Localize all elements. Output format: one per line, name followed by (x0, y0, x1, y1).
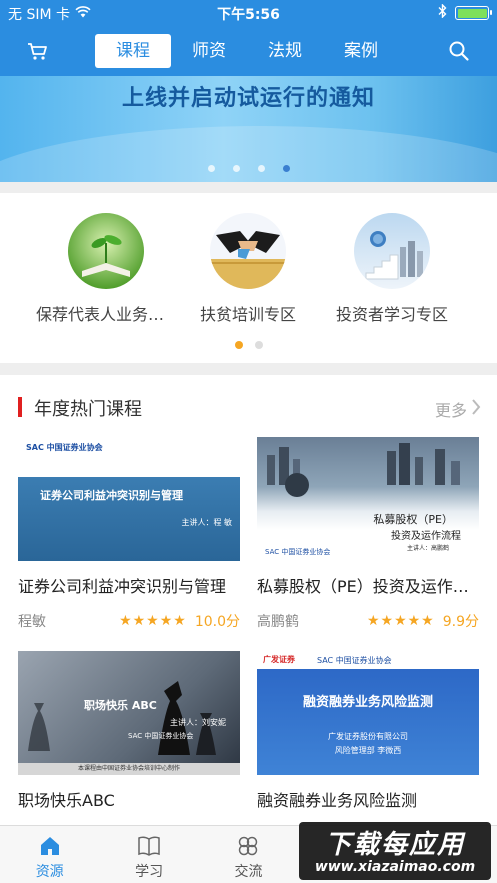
category-item-poverty[interactable]: 扶贫培训专区 (178, 213, 318, 325)
course-teacher: 高鹏鹤 (257, 614, 299, 630)
nav-bar: 课程 师资 法规 案例 (0, 26, 497, 76)
course-meta: 程敏 ★★★★★ 10.0分 (18, 611, 240, 631)
course-score: 9.9分 (442, 614, 479, 630)
cart-icon[interactable] (26, 39, 50, 63)
watermark: 下载每应用 www.xiazaimao.com (299, 822, 491, 880)
watermark-title: 下载每应用 (324, 830, 465, 860)
sac-logo: SAC 中国证券业协会 (128, 732, 194, 740)
tab-resources[interactable]: 资源 (0, 826, 99, 883)
tab-regulations[interactable]: 法规 (247, 34, 323, 68)
thumbnail-subtitle: 投资及运作流程 (391, 531, 461, 542)
course-title: 证券公司利益冲突识别与管理 (18, 577, 227, 596)
thumbnail-title: 融资融券业务风险监测 (302, 695, 433, 710)
course-card[interactable]: 广发证券 SAC 中国证券业协会 融资融券业务风险监测 广发证券股份有限公司 风… (257, 651, 479, 811)
status-time: 下午5:56 (217, 7, 280, 23)
category-dot[interactable] (254, 341, 263, 349)
handshake-icon (210, 213, 286, 289)
course-title: 私募股权（PE）投资及运作流程 (257, 577, 479, 596)
watermark-url: www.xiazaimao.com (314, 859, 476, 875)
thumbnail-title: 证券公司利益冲突识别与管理 (40, 489, 183, 502)
category-label: 保荐代表人业务培训专区 (36, 305, 176, 324)
thumbnail-line: 风险管理部 李微西 (334, 746, 402, 755)
thumbnail-title: 职场快乐 ABC (84, 699, 157, 712)
course-title: 职场快乐ABC (18, 791, 115, 810)
bluetooth-icon (438, 3, 447, 22)
status-right (438, 3, 492, 22)
section-accent-bar (18, 397, 22, 417)
top-header: 无 SIM 卡 下午5:56 课程 师资 法规 案例 (0, 0, 497, 76)
course-score: 10.0分 (194, 614, 240, 630)
category-item-investor[interactable]: 投资者学习专区 (322, 213, 462, 325)
chevron-right-icon (471, 398, 481, 420)
banner-dot[interactable] (232, 165, 240, 172)
banner-dot[interactable] (207, 165, 215, 172)
home-icon (0, 834, 99, 858)
course-thumbnail: SAC 中国证券业协会 证券公司利益冲突识别与管理 主讲人：程 敏 (18, 437, 240, 561)
tab-label: 学习 (135, 864, 164, 880)
sac-logo: SAC 中国证券业协会 (265, 548, 331, 556)
more-label: 更多 (434, 401, 467, 420)
tab-label: 资源 (35, 864, 64, 880)
battery-icon (455, 6, 492, 20)
tab-label: 交流 (234, 864, 263, 880)
course-card[interactable]: 职场快乐 ABC 主讲人：刘安妮 SAC 中国证券业协会 本课程由中国证券业协会… (18, 651, 240, 811)
thumbnail-speaker: 主讲人：高鹏鹤 (406, 545, 449, 552)
course-card[interactable]: 私募股权（PE） 投资及运作流程 主讲人：高鹏鹤 SAC 中国证券业协会 私募股… (257, 437, 479, 631)
tab-study[interactable]: 学习 (99, 826, 198, 883)
gf-logo: 广发证券 (263, 655, 295, 664)
clover-icon (199, 834, 298, 858)
more-link[interactable]: 更多 (435, 397, 481, 421)
category-label: 扶贫培训专区 (199, 305, 296, 324)
book-sprout-icon (68, 213, 144, 289)
hot-courses-section: 年度热门课程 更多 SAC 中国证券业协会 证券公司利益冲突识别与管理 主讲人：… (0, 375, 497, 825)
category-page-indicator (0, 341, 497, 349)
category-dot-active[interactable] (234, 341, 243, 349)
course-thumbnail: 私募股权（PE） 投资及运作流程 主讲人：高鹏鹤 SAC 中国证券业协会 (257, 437, 479, 561)
thumbnail-speaker: 主讲人：刘安妮 (170, 718, 226, 727)
banner-dot[interactable] (257, 165, 265, 172)
course-teacher: 程敏 (18, 614, 46, 630)
star-rating: ★★★★★ (119, 613, 187, 629)
banner-page-indicator (0, 165, 497, 172)
banner-title: 上线并启动试运行的通知 (121, 86, 375, 111)
section-title: 年度热门课程 (34, 399, 142, 420)
category-carousel: 保荐代表人业务培训专区 扶贫培训专区 (0, 193, 497, 363)
tab-courses[interactable]: 课程 (95, 34, 171, 68)
tab-cases[interactable]: 案例 (323, 34, 399, 68)
tab-teachers[interactable]: 师资 (171, 34, 247, 68)
banner-dot-active[interactable] (282, 165, 290, 172)
stairs-city-icon (354, 213, 430, 289)
category-item-sponsor[interactable]: 保荐代表人业务培训专区 (36, 213, 176, 325)
course-thumbnail: 职场快乐 ABC 主讲人：刘安妮 SAC 中国证券业协会 本课程由中国证券业协会… (18, 651, 240, 775)
thumbnail-title: 私募股权（PE） (373, 513, 453, 526)
course-title: 融资融券业务风险监测 (257, 791, 418, 810)
sac-logo: SAC 中国证券业协会 (317, 656, 392, 665)
banner-carousel[interactable]: 上线并启动试运行的通知 (0, 76, 497, 182)
course-meta: 高鹏鹤 ★★★★★ 9.9分 (257, 611, 479, 631)
thumbnail-speaker: 主讲人：程 敏 (181, 518, 232, 527)
category-label: 投资者学习专区 (335, 305, 448, 324)
course-card[interactable]: SAC 中国证券业协会 证券公司利益冲突识别与管理 主讲人：程 敏 证券公司利益… (18, 437, 240, 631)
tab-exchange[interactable]: 交流 (199, 826, 298, 883)
course-thumbnail: 广发证券 SAC 中国证券业协会 融资融券业务风险监测 广发证券股份有限公司 风… (257, 651, 479, 775)
search-icon[interactable] (447, 39, 471, 63)
nav-tabs: 课程 师资 法规 案例 (95, 34, 399, 68)
status-bar: 无 SIM 卡 下午5:56 (0, 0, 497, 26)
thumbnail-footer: 本课程由中国证券业协会培训中心制作 (18, 763, 240, 775)
star-rating: ★★★★★ (366, 613, 435, 629)
thumbnail-line: 广发证券股份有限公司 (328, 732, 408, 741)
sac-logo: SAC 中国证券业协会 (26, 443, 103, 452)
book-icon (99, 834, 198, 858)
